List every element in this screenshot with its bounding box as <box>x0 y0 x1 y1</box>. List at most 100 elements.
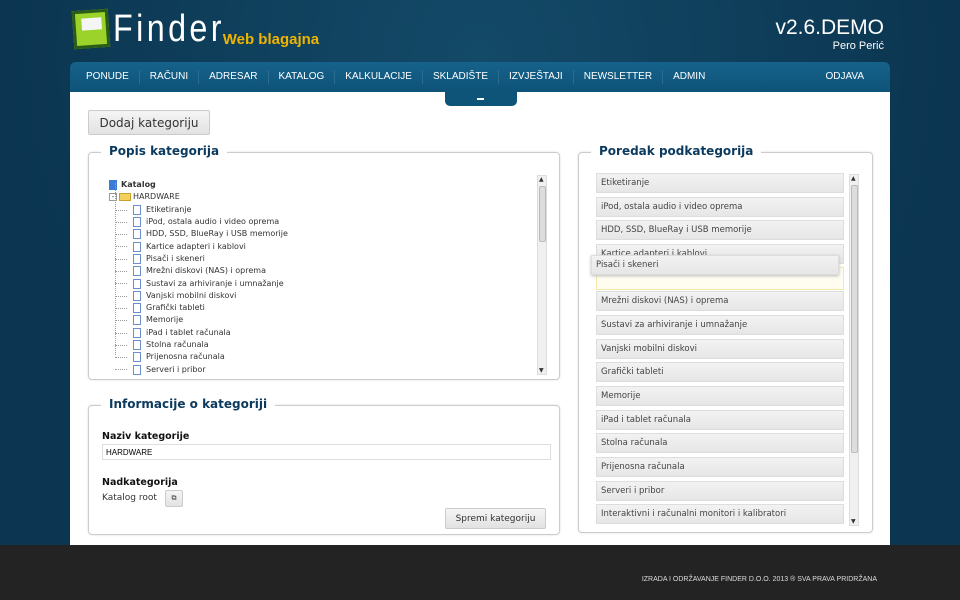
tree-item[interactable]: Pisači i skeneri <box>109 253 288 265</box>
tree-item-label: Vanjski mobilni diskovi <box>146 290 237 300</box>
header: Finder Web blagajna v2.6.DEMO Pero Perić… <box>0 0 960 557</box>
subcategory-item[interactable]: Serveri i pribor <box>596 481 844 501</box>
footer-text: IZRADA I ODRŽAVANJE FINDER D.O.O. 2013 ®… <box>641 576 877 583</box>
tree-item-label: Mrežni diskovi (NAS) i oprema <box>146 266 266 276</box>
popup-icon: ⧉ <box>171 494 177 502</box>
tree-item[interactable]: Prijenosna računala <box>109 351 288 363</box>
tree-item-label: iPad i tablet računala <box>146 327 231 337</box>
document-icon <box>133 303 141 314</box>
subcategory-item[interactable]: Sustavi za arhiviranje i umnažanje <box>596 315 844 335</box>
logout-link[interactable]: ODJAVA <box>815 70 874 84</box>
document-icon <box>133 204 141 215</box>
subcategory-item[interactable]: Interaktivni i računalni monitori i kali… <box>596 504 844 524</box>
choose-parent-button[interactable]: ⧉ <box>165 490 183 507</box>
tree-item[interactable]: HDD, SSD, BlueRay i USB memorije <box>109 228 288 240</box>
scroll-down-icon[interactable]: ▼ <box>539 367 544 374</box>
nav-adresar[interactable]: ADRESAR <box>199 70 269 84</box>
nav-kalkulacije[interactable]: KALKULACIJE <box>335 70 423 84</box>
tree-item-label: Grafički tableti <box>146 303 205 313</box>
main-nav: PONUDE RAČUNI ADRESAR KATALOG KALKULACIJ… <box>70 62 890 92</box>
tree-item[interactable]: Grafički tableti <box>109 302 288 314</box>
tree-folder[interactable]: - HARDWARE <box>109 191 288 203</box>
nav-skladiste[interactable]: SKLADIŠTE <box>423 70 499 84</box>
category-tree-title: Popis kategorija <box>101 144 228 158</box>
tree-item-label: HDD, SSD, BlueRay i USB memorije <box>146 229 288 239</box>
scroll-thumb[interactable] <box>851 185 858 453</box>
document-icon <box>133 241 141 252</box>
scroll-up-icon[interactable]: ▲ <box>539 176 544 183</box>
order-scrollbar[interactable]: ▲ ▼ <box>849 174 859 526</box>
subcategory-order-title: Poredak podkategorija <box>591 144 762 158</box>
tree-item[interactable]: Kartice adapteri i kablovi <box>109 240 288 252</box>
document-icon <box>133 217 141 228</box>
tree-item-label: Prijenosna računala <box>146 352 225 362</box>
nav-ponude[interactable]: PONUDE <box>76 70 140 84</box>
dragged-item[interactable]: Pisači i skeneri <box>591 255 839 275</box>
tree-item[interactable]: Memorije <box>109 314 288 326</box>
subcategory-item[interactable]: Prijenosna računala <box>596 457 844 477</box>
tree-item[interactable]: iPad i tablet računala <box>109 327 288 339</box>
document-icon <box>133 253 141 264</box>
nav-katalog[interactable]: KATALOG <box>269 70 336 84</box>
tree-scrollbar[interactable]: ▲ ▼ <box>537 175 547 375</box>
subcategory-item[interactable]: HDD, SSD, BlueRay i USB memorije <box>596 220 844 240</box>
version: v2.6.DEMO <box>775 16 884 39</box>
tree-item-label: Kartice adapteri i kablovi <box>146 241 246 251</box>
document-icon <box>133 364 141 375</box>
subcategory-item[interactable]: Vanjski mobilni diskovi <box>596 339 844 359</box>
nav-newsletter[interactable]: NEWSLETTER <box>574 70 664 84</box>
tree-item[interactable]: Sustavi za arhiviranje i umnažanje <box>109 277 288 289</box>
tree-item[interactable]: Etiketiranje <box>109 204 288 216</box>
scroll-up-icon[interactable]: ▲ <box>851 175 856 182</box>
tree-item[interactable]: iPod, ostala audio i video oprema <box>109 216 288 228</box>
monitor-logo-icon <box>71 8 111 50</box>
tree-item-label: Serveri i pribor <box>146 364 206 374</box>
nav-racuni[interactable]: RAČUNI <box>140 70 200 84</box>
category-name-input[interactable] <box>102 444 551 460</box>
scroll-thumb[interactable] <box>539 186 546 242</box>
name-label: Naziv kategorije <box>102 431 190 442</box>
tree-item-label: Pisači i skeneri <box>146 253 205 263</box>
subcategory-item[interactable]: iPod, ostala audio i video oprema <box>596 197 844 217</box>
subcategory-item[interactable]: iPad i tablet računala <box>596 410 844 430</box>
content-panel: Dodaj kategoriju Popis kategorija Katalo… <box>70 92 890 557</box>
subcategory-item[interactable]: Etiketiranje <box>596 173 844 193</box>
tree-item[interactable]: Stolna računala <box>109 339 288 351</box>
document-icon <box>133 229 141 240</box>
tree-item[interactable]: Serveri i pribor <box>109 363 288 375</box>
document-icon <box>133 327 141 338</box>
subcategory-item[interactable]: Mrežni diskovi (NAS) i oprema <box>596 291 844 311</box>
save-category-button[interactable]: Spremi kategoriju <box>445 508 546 529</box>
document-icon <box>133 278 141 289</box>
add-category-button[interactable]: Dodaj kategoriju <box>88 110 210 135</box>
category-tree: Katalog - HARDWARE Etiketiranje iPod, osta… <box>109 179 288 376</box>
category-tree-panel: Popis kategorija Katalog - HARDWARE Etike… <box>88 144 560 380</box>
parent-label: Nadkategorija <box>102 477 178 488</box>
parent-value: Katalog root <box>102 493 157 503</box>
nav-admin[interactable]: ADMIN <box>663 70 715 84</box>
logo[interactable]: Finder Web blagajna <box>71 8 320 50</box>
tree-root[interactable]: Katalog <box>109 179 288 191</box>
tree-folder-label: HARDWARE <box>133 192 180 202</box>
document-icon <box>133 340 141 350</box>
collapse-header-handle[interactable] <box>445 92 517 106</box>
logo-subtitle: Web blagajna <box>222 31 320 48</box>
tree-item[interactable]: Vanjski mobilni diskovi <box>109 290 288 302</box>
subcategory-item[interactable]: Grafički tableti <box>596 362 844 382</box>
tree-root-label: Katalog <box>121 180 156 190</box>
tree-item-label: Memorije <box>146 315 184 325</box>
document-icon <box>133 266 141 277</box>
tree-item-label: iPod, ostala audio i video oprema <box>146 217 280 227</box>
subcategory-item[interactable]: Stolna računala <box>596 433 844 453</box>
tree-item[interactable]: Mrežni diskovi (NAS) i oprema <box>109 265 288 277</box>
document-icon <box>133 315 141 326</box>
logo-name: Finder <box>113 8 225 50</box>
subcategory-item[interactable]: Memorije <box>596 386 844 406</box>
tree-item-label: Stolna računala <box>146 340 209 349</box>
category-info-title: Informacije o kategoriji <box>101 397 276 411</box>
footer: IZRADA I ODRŽAVANJE FINDER D.O.O. 2013 ®… <box>0 545 960 600</box>
folder-icon <box>119 193 131 202</box>
document-icon <box>133 290 141 301</box>
nav-izvjestaji[interactable]: IZVJEŠTAJI <box>499 70 574 84</box>
scroll-down-icon[interactable]: ▼ <box>851 518 856 525</box>
